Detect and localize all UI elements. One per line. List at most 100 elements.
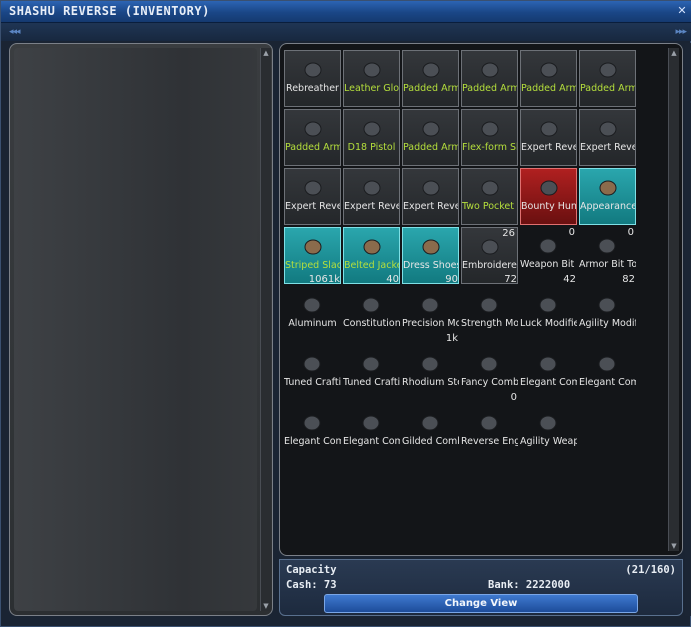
item-icon — [481, 239, 499, 255]
item-name: D18 Pistol — [347, 142, 396, 153]
inventory-slot[interactable]: Padded Armor Le... — [579, 50, 636, 107]
item-icon — [480, 297, 498, 313]
sub-header-bar: ◂◂◂ ▸▸▸ — [1, 23, 691, 41]
item-icon — [599, 62, 617, 78]
inventory-slot[interactable]: Rhodium Steel (Ca... — [402, 345, 459, 402]
inventory-slot[interactable]: Aluminum — [284, 286, 341, 343]
close-icon[interactable]: ✕ — [676, 5, 688, 17]
item-name: Fancy Combata... — [461, 377, 518, 388]
item-icon — [422, 239, 440, 255]
item-icon — [539, 238, 557, 254]
expand-right-icon[interactable]: ▸▸▸ — [675, 27, 687, 37]
item-name: Luck Modifier Bit — [520, 318, 577, 329]
inventory-slot[interactable]: Appearance Tab Bel... — [579, 168, 636, 225]
item-icon — [362, 356, 380, 372]
item-name: Padded Armor He... — [462, 83, 517, 94]
inventory-slot[interactable]: Tuned Crafting ... — [343, 345, 400, 402]
item-quantity: 1061k — [308, 274, 340, 285]
inventory-slot[interactable]: Two Pocket B... — [461, 168, 518, 225]
item-icon — [304, 180, 322, 196]
item-icon — [362, 415, 380, 431]
window-edge-scrollbar[interactable] — [685, 43, 691, 616]
item-icon — [304, 239, 322, 255]
scroll-up-icon[interactable]: ▲ — [670, 49, 678, 57]
item-name: Agility Weapon ... — [520, 436, 577, 447]
scroll-down-icon[interactable]: ▼ — [262, 602, 270, 610]
item-icon — [363, 239, 381, 255]
inventory-slot[interactable]: D18 Pistol — [343, 109, 400, 166]
inventory-slot[interactable]: Rebreather — [284, 50, 341, 107]
inventory-scrollbar[interactable]: ▲ ▼ — [668, 48, 679, 551]
inventory-slot[interactable]: Elegant Combata... — [284, 404, 341, 461]
item-name: Belted Jacket — [344, 260, 399, 271]
inventory-slot[interactable]: Elegant Combata... — [343, 404, 400, 461]
item-name: Agility Modifier Bit — [579, 318, 636, 329]
inventory-slot[interactable]: Padded Armor He... — [461, 50, 518, 107]
inventory-slot[interactable]: Strength Modifier Bit — [461, 286, 518, 343]
inventory-slot[interactable]: Luck Modifier Bit — [520, 286, 577, 343]
inventory-slot[interactable]: Elegant Combata... — [579, 345, 636, 402]
item-icon — [480, 356, 498, 372]
item-name: Elegant Combata... — [343, 436, 400, 447]
item-name: Striped Slacks — [285, 260, 340, 271]
left-panel-scrollbar[interactable]: ▲ ▼ — [260, 48, 271, 611]
inventory-slot[interactable]: Padded Armor Le... — [284, 109, 341, 166]
inventory-slot[interactable]: Constitution Modifie... — [343, 286, 400, 343]
item-quantity: 0 — [510, 392, 517, 403]
character-preview-area — [14, 48, 257, 611]
item-icon — [540, 121, 558, 137]
inventory-slot[interactable]: Expert Reverse ... — [520, 109, 577, 166]
scroll-up-icon[interactable]: ▲ — [262, 49, 270, 57]
item-icon — [303, 356, 321, 372]
item-icon — [363, 62, 381, 78]
item-name: Expert Reverse ... — [580, 142, 635, 153]
item-icon — [598, 356, 616, 372]
inventory-slot[interactable]: Elegant Combata... — [520, 345, 577, 402]
inventory-window: SHASHU REVERSE (INVENTORY) ✕ ◂◂◂ ▸▸▸ ▲ ▼… — [0, 0, 691, 627]
expand-left-icon[interactable]: ◂◂◂ — [9, 27, 21, 37]
inventory-slot[interactable]: Padded Armor Ch... — [402, 109, 459, 166]
inventory-slot[interactable]: Gilded Combata... — [402, 404, 459, 461]
item-icon — [539, 297, 557, 313]
item-name: Embroidered Sash — [462, 260, 517, 271]
inventory-slot[interactable]: Bounty Hunter L... — [520, 168, 577, 225]
item-icon — [598, 297, 616, 313]
item-name: Padded Armor Bo... — [521, 83, 576, 94]
item-name: Two Pocket B... — [462, 201, 517, 212]
item-quantity: 0 — [568, 227, 575, 238]
item-icon — [481, 121, 499, 137]
inventory-slot[interactable]: Padded Armor Bo... — [520, 50, 577, 107]
scroll-down-icon[interactable]: ▼ — [670, 542, 678, 550]
item-icon — [480, 415, 498, 431]
item-name: Dress Shoes — [403, 260, 458, 271]
character-preview-panel: ▲ ▼ — [9, 43, 273, 616]
window-title: SHASHU REVERSE (INVENTORY) — [9, 4, 210, 18]
title-bar[interactable]: SHASHU REVERSE (INVENTORY) ✕ — [1, 1, 691, 23]
item-name: Strength Modifier Bit — [461, 318, 518, 329]
item-name: Reverse Engineeri... — [461, 436, 518, 447]
item-quantity: 72 — [504, 274, 517, 285]
inventory-slot[interactable]: Expert Reverse ... — [402, 168, 459, 225]
inventory-slot[interactable]: Expert Reverse ... — [579, 109, 636, 166]
item-quantity: 26 — [502, 228, 515, 239]
inventory-slot[interactable]: Expert Reverse ... — [343, 168, 400, 225]
inventory-slot[interactable]: Flex-form Shirt — [461, 109, 518, 166]
item-icon — [599, 121, 617, 137]
inventory-slot[interactable]: Padded Armor Le... — [402, 50, 459, 107]
inventory-slot[interactable]: Leather Gloves — [343, 50, 400, 107]
item-name: Expert Reverse ... — [521, 142, 576, 153]
item-icon — [481, 180, 499, 196]
inventory-slot[interactable]: Agility Modifier Bit — [579, 286, 636, 343]
item-name: Elegant Combata... — [579, 377, 636, 388]
item-name: Aluminum — [288, 318, 337, 329]
inventory-slot[interactable]: Agility Weapon ... — [520, 404, 577, 461]
item-quantity: 90 — [445, 274, 458, 285]
inventory-slot[interactable]: Expert Reverse ... — [284, 168, 341, 225]
item-icon — [363, 180, 381, 196]
item-name: Precision Modifier Bit — [402, 318, 459, 329]
item-icon — [422, 180, 440, 196]
change-view-button[interactable]: Change View — [324, 594, 638, 613]
inventory-slot[interactable]: Reverse Engineeri... — [461, 404, 518, 461]
inventory-slot[interactable]: Tuned Crafting ... — [284, 345, 341, 402]
item-quantity: 40 — [386, 274, 399, 285]
